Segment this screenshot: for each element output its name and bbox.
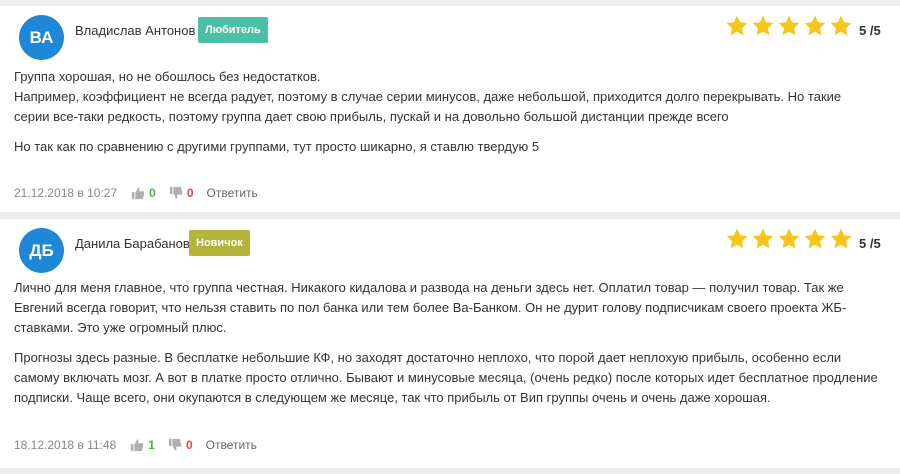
star-icon — [803, 227, 827, 251]
star-icon — [751, 14, 775, 38]
avatar[interactable]: ДБ — [19, 228, 64, 273]
star-icon — [725, 14, 749, 38]
author-name[interactable]: Данила Барабанов — [75, 236, 190, 251]
user-level-badge: Любитель — [198, 17, 268, 43]
review-footer: 18.12.2018 в 11:48 1 0 Ответить — [14, 438, 257, 452]
thumbs-up-icon — [131, 186, 149, 200]
star-rating — [725, 14, 853, 38]
user-level-badge: Новичок — [189, 230, 250, 256]
like-count: 1 — [148, 438, 155, 452]
review-paragraph: Прогнозы здесь разные. В бесплатке небол… — [14, 350, 878, 405]
star-icon — [803, 14, 827, 38]
like-button[interactable]: 1 — [130, 438, 155, 452]
star-icon — [725, 227, 749, 251]
rating-score: 5 /5 — [859, 23, 881, 38]
thumbs-down-icon — [169, 186, 187, 200]
review-date: 18.12.2018 в 11:48 — [14, 438, 117, 452]
dislike-count: 0 — [185, 438, 193, 452]
reply-link[interactable]: Ответить — [206, 438, 257, 452]
author-name[interactable]: Владислав Антонов — [75, 23, 195, 38]
star-icon — [829, 227, 853, 251]
star-rating — [725, 227, 853, 251]
review-paragraph: Но так как по сравнению с другими группа… — [14, 139, 540, 154]
star-icon — [829, 14, 853, 38]
review-paragraph: Группа хорошая, но не обошлось без недос… — [14, 69, 842, 124]
thumbs-up-icon — [130, 438, 148, 452]
review-card: ВА Владислав Антонов Любитель 5 /5 Групп… — [0, 6, 900, 212]
like-button[interactable]: 0 — [131, 186, 156, 200]
reply-link[interactable]: Ответить — [207, 186, 258, 200]
like-count: 0 — [149, 186, 156, 200]
dislike-count: 0 — [186, 186, 194, 200]
thumbs-down-icon — [168, 438, 186, 452]
star-icon — [777, 227, 801, 251]
star-icon — [777, 14, 801, 38]
dislike-button[interactable]: 0 — [168, 438, 193, 452]
avatar[interactable]: ВА — [19, 15, 64, 60]
review-date: 21.12.2018 в 10:27 — [14, 186, 118, 200]
review-footer: 21.12.2018 в 10:27 0 0 Ответить — [14, 186, 258, 200]
review-paragraph: Лично для меня главное, что группа честн… — [14, 280, 847, 335]
dislike-button[interactable]: 0 — [169, 186, 194, 200]
rating-score: 5 /5 — [859, 236, 881, 251]
review-card: ДБ Данила Барабанов Новичок 5 /5 Лично д… — [0, 219, 900, 468]
star-icon — [751, 227, 775, 251]
